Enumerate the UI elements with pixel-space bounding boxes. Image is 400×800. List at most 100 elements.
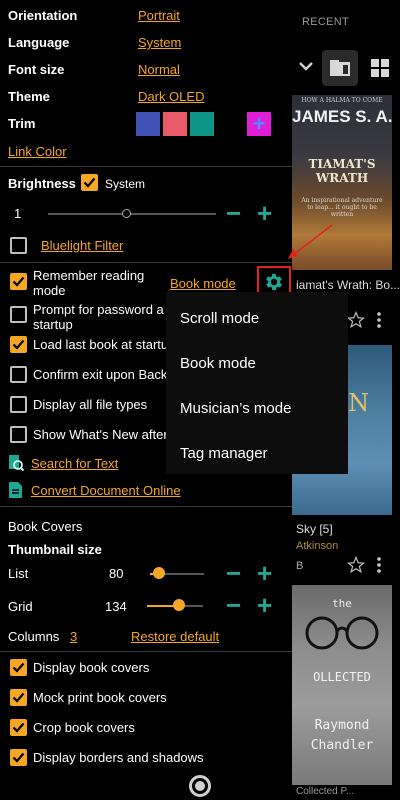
folder-icon — [330, 60, 350, 76]
display-covers-checkbox[interactable] — [10, 659, 27, 676]
recent-tab[interactable]: RECENT — [302, 16, 349, 28]
book-cover[interactable]: the OLLECTED Raymond Chandler — [292, 585, 392, 785]
check-icon — [83, 177, 96, 188]
add-trim-color-button[interactable]: + — [247, 112, 271, 136]
divider — [0, 166, 292, 167]
check-icon — [12, 662, 25, 673]
glasses-icon — [305, 616, 379, 650]
divider — [0, 506, 292, 507]
prompt-password-checkbox[interactable] — [10, 306, 27, 323]
trim-color-swatch[interactable] — [163, 112, 187, 136]
brightness-system-checkbox[interactable] — [81, 174, 98, 191]
font-size-value[interactable]: Normal — [138, 62, 180, 77]
book-title[interactable]: iamat's Wrath: Bo... — [296, 278, 400, 292]
convert-document-link[interactable]: Convert Document Online — [31, 483, 181, 498]
display-covers-label: Display book covers — [33, 660, 150, 675]
brightness-value: 1 — [14, 206, 22, 221]
check-icon — [12, 752, 25, 763]
theme-value[interactable]: Dark OLED — [138, 89, 204, 104]
thumbnail-size-label: Thumbnail size — [8, 542, 102, 557]
prompt-password-label-2: startup — [33, 317, 73, 332]
restore-default-link[interactable]: Restore default — [131, 629, 219, 644]
folder-view-button[interactable] — [322, 50, 358, 86]
brightness-increase-button[interactable]: + — [257, 200, 272, 226]
convert-document-icon — [9, 482, 22, 498]
more-vert-icon[interactable] — [376, 557, 382, 573]
list-size-increase-button[interactable]: + — [257, 560, 272, 586]
display-all-files-checkbox[interactable] — [10, 396, 27, 413]
language-label: Language — [8, 35, 70, 50]
grid-size-increase-button[interactable]: + — [257, 592, 272, 618]
list-size-decrease-button[interactable]: − — [226, 560, 241, 586]
bluelight-filter-link[interactable]: Bluelight Filter — [41, 238, 123, 253]
book-meta: B — [296, 560, 304, 572]
search-for-text-link[interactable]: Search for Text — [31, 456, 118, 471]
display-all-files-label: Display all file types — [33, 397, 148, 412]
home-button[interactable] — [189, 775, 211, 797]
check-icon — [12, 276, 25, 287]
book-covers-heading: Book Covers — [8, 519, 83, 534]
menu-item-book-mode[interactable]: Book mode — [180, 355, 256, 372]
orientation-label: Orientation — [8, 8, 78, 23]
crop-covers-label: Crop book covers — [33, 720, 135, 735]
plus-icon: + — [252, 111, 266, 136]
remember-mode-label: Remember reading — [33, 268, 145, 283]
more-vert-icon[interactable] — [376, 312, 382, 328]
confirm-exit-checkbox[interactable] — [10, 366, 27, 383]
brightness-slider[interactable] — [48, 213, 216, 215]
divider — [0, 262, 292, 263]
reading-mode-value[interactable]: Book mode — [170, 276, 236, 291]
mock-print-checkbox[interactable] — [10, 689, 27, 706]
book-title[interactable]: Sky [5] — [296, 522, 333, 536]
orientation-value[interactable]: Portrait — [138, 8, 180, 23]
grid-icon — [371, 59, 389, 77]
confirm-exit-label: Confirm exit upon Back — [33, 367, 168, 382]
book-author: Atkinson — [296, 540, 339, 552]
font-size-label: Font size — [8, 62, 65, 77]
menu-item-musicians-mode[interactable]: Musician’s mode — [180, 400, 291, 417]
grid-size-decrease-button[interactable]: − — [226, 592, 241, 618]
load-last-label: Load last book at startu — [33, 337, 169, 352]
link-color-link[interactable]: Link Color — [8, 144, 67, 159]
brightness-decrease-button[interactable]: − — [226, 200, 241, 226]
theme-label: Theme — [8, 89, 50, 104]
brightness-label: Brightness — [8, 176, 76, 191]
columns-value[interactable]: 3 — [70, 629, 77, 644]
divider — [0, 651, 292, 652]
star-icon[interactable] — [347, 311, 365, 329]
remember-mode-label-2: mode — [33, 283, 66, 298]
grid-size-value: 134 — [105, 599, 127, 614]
brightness-system-label: System — [105, 177, 146, 191]
check-icon — [12, 722, 25, 733]
book-title[interactable]: Collected P... — [296, 786, 354, 797]
crop-covers-checkbox[interactable] — [10, 719, 27, 736]
menu-item-scroll-mode[interactable]: Scroll mode — [180, 310, 259, 327]
trim-label: Trim — [8, 116, 36, 131]
whats-new-label: Show What's New after — [33, 427, 168, 442]
language-value[interactable]: System — [138, 35, 181, 50]
check-icon — [12, 692, 25, 703]
search-text-icon — [9, 455, 24, 472]
menu-item-tag-manager[interactable]: Tag manager — [180, 445, 268, 462]
list-size-value: 80 — [109, 566, 124, 581]
whats-new-checkbox[interactable] — [10, 426, 27, 443]
home-button-dot — [195, 781, 205, 791]
reading-mode-menu: Scroll mode Book mode Musician’s mode Ta… — [166, 292, 348, 474]
trim-color-swatch[interactable] — [190, 112, 214, 136]
borders-shadows-label: Display borders and shadows — [33, 750, 204, 765]
chevron-down-icon[interactable] — [296, 56, 316, 76]
prompt-password-label: Prompt for password a — [33, 302, 164, 317]
grid-size-slider-knob[interactable] — [173, 599, 185, 611]
check-icon — [12, 339, 25, 350]
bluelight-checkbox[interactable] — [10, 237, 27, 254]
load-last-checkbox[interactable] — [10, 336, 27, 353]
list-label: List — [8, 566, 29, 581]
arrow-annotation-icon — [288, 224, 333, 259]
star-icon[interactable] — [347, 556, 365, 574]
grid-view-button[interactable] — [362, 50, 398, 86]
remember-mode-checkbox[interactable] — [10, 273, 27, 290]
trim-color-swatch[interactable] — [136, 112, 160, 136]
brightness-slider-knob[interactable] — [122, 209, 131, 218]
list-size-slider-knob[interactable] — [153, 567, 165, 579]
borders-shadows-checkbox[interactable] — [10, 749, 27, 766]
